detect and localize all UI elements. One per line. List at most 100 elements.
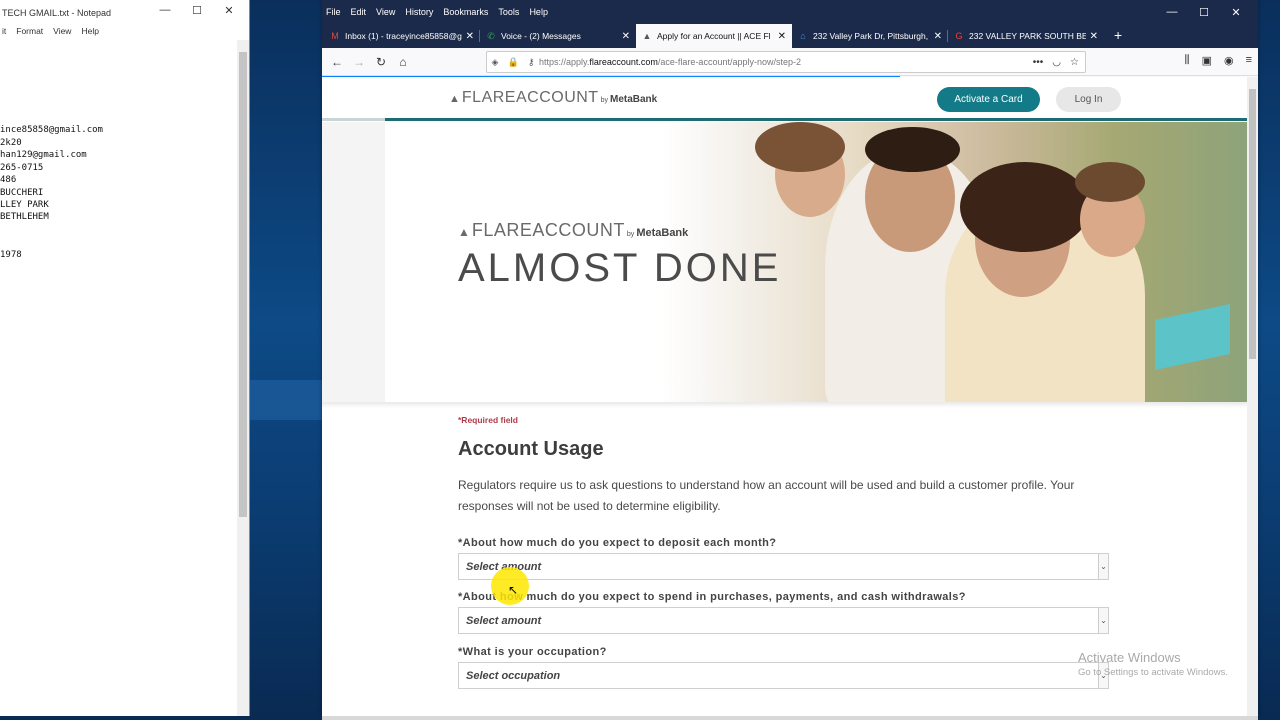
hero-left-margin bbox=[322, 122, 385, 402]
notepad-line: ince85858@gmail.com bbox=[0, 125, 103, 135]
navigation-bar: ← → ↻ ⌂ ◈ 🔒 ⚷ https://apply.flareaccount… bbox=[322, 48, 1258, 76]
gmail-icon: M bbox=[331, 31, 339, 41]
library-icon[interactable]: ⫼ bbox=[1185, 54, 1190, 67]
tab-label: Inbox (1) - traceyince85858@gm bbox=[345, 31, 462, 41]
tab-google[interactable]: G 232 VALLEY PARK SOUTH BETH ✕ bbox=[948, 24, 1104, 48]
menu-help[interactable]: Help bbox=[529, 7, 548, 17]
new-tab-icon[interactable]: + bbox=[1104, 24, 1132, 48]
minimize-icon[interactable]: — bbox=[149, 4, 181, 17]
section-title: Account Usage bbox=[458, 438, 604, 460]
mouse-pointer-icon: ↖ bbox=[508, 583, 519, 597]
spend-amount-select[interactable]: Select amount ⌄ bbox=[458, 607, 1109, 634]
url-bar[interactable]: ◈ 🔒 ⚷ https://apply.flareaccount.com/ace… bbox=[486, 51, 1086, 73]
close-tab-icon[interactable]: ✕ bbox=[1090, 31, 1098, 42]
close-tab-icon[interactable]: ✕ bbox=[622, 31, 630, 42]
pocket-icon[interactable]: ◡ bbox=[1052, 57, 1061, 68]
menu-view[interactable]: View bbox=[376, 7, 395, 17]
hero-shadow bbox=[322, 402, 1247, 408]
notepad-line: 2k20 bbox=[0, 138, 22, 148]
tab-apply[interactable]: ▲ Apply for an Account || ACE Fl ✕ bbox=[636, 24, 792, 48]
flare-logo-icon: ▲ bbox=[458, 225, 470, 239]
menu-edit[interactable]: Edit bbox=[351, 7, 367, 17]
notepad-window[interactable]: TECH GMAIL.txt - Notepad — ☐ ✕ it Format… bbox=[0, 0, 250, 716]
notepad-menu-format[interactable]: Format bbox=[16, 26, 43, 40]
chevron-down-icon: ⌄ bbox=[1098, 554, 1108, 579]
key-icon[interactable]: ⚷ bbox=[528, 57, 535, 68]
reload-icon[interactable]: ↻ bbox=[370, 55, 392, 69]
occupation-question-label: *What is your occupation? bbox=[458, 646, 607, 658]
deposit-amount-select[interactable]: Select amount ⌄ bbox=[458, 553, 1109, 580]
zillow-icon: ⌂ bbox=[800, 31, 806, 41]
close-tab-icon[interactable]: ✕ bbox=[466, 31, 474, 42]
watermark-subtitle: Go to Settings to activate Windows. bbox=[1078, 667, 1228, 678]
flareaccount-logo[interactable]: ▲ FLAREACCOUNT by MetaBank bbox=[449, 89, 657, 107]
account-icon[interactable]: ◉ bbox=[1224, 54, 1234, 67]
flare-icon: ▲ bbox=[642, 31, 652, 41]
required-field-note: *Required field bbox=[458, 415, 518, 425]
browser-window: File Edit View History Bookmarks Tools H… bbox=[322, 0, 1258, 716]
select-value: Select amount bbox=[466, 560, 542, 573]
url-text: https://apply.flareaccount.com/ace-flare… bbox=[539, 57, 801, 67]
close-tab-icon[interactable]: ✕ bbox=[778, 31, 786, 42]
close-icon[interactable]: ✕ bbox=[213, 4, 245, 17]
login-button[interactable]: Log In bbox=[1056, 87, 1121, 112]
taskbar-edge bbox=[322, 716, 1258, 720]
header-divider bbox=[322, 118, 385, 121]
tab-label: 232 VALLEY PARK SOUTH BETH bbox=[969, 31, 1086, 41]
tab-inbox[interactable]: M Inbox (1) - traceyince85858@gm ✕ bbox=[324, 24, 480, 48]
notepad-line: 265-0715 bbox=[0, 163, 44, 173]
site-header: ▲ FLAREACCOUNT by MetaBank Activate a Ca… bbox=[322, 77, 1247, 121]
back-icon[interactable]: ← bbox=[326, 55, 348, 69]
activate-card-button[interactable]: Activate a Card bbox=[937, 87, 1040, 112]
page-scrollbar[interactable] bbox=[1247, 77, 1258, 716]
browser-menubar: File Edit View History Bookmarks Tools H… bbox=[322, 0, 1258, 24]
chevron-down-icon: ⌄ bbox=[1098, 608, 1108, 633]
tab-label: Voice - (2) Messages bbox=[501, 31, 581, 41]
voice-icon: ✆ bbox=[487, 30, 495, 41]
tab-label: 232 Valley Park Dr, Pittsburgh, P bbox=[813, 31, 930, 41]
notepad-title: TECH GMAIL.txt - Notepad bbox=[2, 8, 112, 18]
shield-icon[interactable]: ◈ bbox=[492, 57, 499, 68]
deposit-question-label: *About how much do you expect to deposit… bbox=[458, 537, 777, 549]
select-value: Select occupation bbox=[466, 669, 561, 682]
lock-icon[interactable]: 🔒 bbox=[508, 57, 519, 68]
menu-file[interactable]: File bbox=[326, 7, 341, 17]
minimize-icon[interactable]: — bbox=[1156, 6, 1188, 19]
menu-tools[interactable]: Tools bbox=[498, 7, 519, 17]
section-description: Regulators require us to ask questions t… bbox=[458, 478, 1075, 513]
spend-question-label: *About how much do you expect to spend i… bbox=[458, 591, 966, 603]
activate-windows-watermark: Activate Windows Go to Settings to activ… bbox=[1078, 650, 1268, 678]
tab-zillow[interactable]: ⌂ 232 Valley Park Dr, Pittsburgh, P ✕ bbox=[792, 24, 948, 48]
hamburger-menu-icon[interactable]: ≡ bbox=[1246, 54, 1252, 67]
hero-title: ALMOST DONE bbox=[458, 246, 782, 290]
notepad-line: han129@gmail.com bbox=[0, 150, 87, 160]
forward-icon[interactable]: → bbox=[348, 55, 370, 69]
notepad-line: BUCCHERI bbox=[0, 188, 44, 198]
hero-banner-image: ▲ FLAREACCOUNT by MetaBank ALMOST DONE bbox=[385, 122, 1247, 402]
hero-flareaccount-logo: ▲ FLAREACCOUNT by MetaBank bbox=[458, 220, 689, 240]
maximize-icon[interactable]: ☐ bbox=[181, 4, 213, 17]
notepad-scrollbar[interactable] bbox=[237, 40, 249, 716]
notepad-menubar: it Format View Help bbox=[0, 26, 249, 40]
web-page: ▲ FLAREACCOUNT by MetaBank Activate a Ca… bbox=[322, 77, 1247, 716]
select-value: Select amount bbox=[466, 614, 542, 627]
occupation-select[interactable]: Select occupation ⌄ bbox=[458, 662, 1109, 689]
close-icon[interactable]: ✕ bbox=[1220, 6, 1252, 19]
page-actions-icon[interactable]: ••• bbox=[1033, 57, 1044, 68]
home-icon[interactable]: ⌂ bbox=[392, 55, 414, 69]
sidebar-icon[interactable]: ▣ bbox=[1202, 54, 1212, 67]
notepad-menu-edit[interactable]: it bbox=[2, 26, 6, 40]
menu-bookmarks[interactable]: Bookmarks bbox=[443, 7, 488, 17]
notepad-line: 1978 bbox=[0, 250, 22, 260]
watermark-title: Activate Windows bbox=[1078, 650, 1181, 665]
bookmark-star-icon[interactable]: ☆ bbox=[1070, 57, 1079, 68]
notepad-menu-help[interactable]: Help bbox=[81, 26, 98, 40]
notepad-menu-view[interactable]: View bbox=[53, 26, 71, 40]
notepad-text-area[interactable]: ince85858@gmail.com 2k20 han129@gmail.co… bbox=[0, 40, 238, 716]
close-tab-icon[interactable]: ✕ bbox=[934, 31, 942, 42]
notepad-line: BETHLEHEM bbox=[0, 212, 49, 222]
tab-voice[interactable]: ✆ Voice - (2) Messages ✕ bbox=[480, 24, 636, 48]
maximize-icon[interactable]: ☐ bbox=[1188, 6, 1220, 19]
menu-history[interactable]: History bbox=[405, 7, 433, 17]
tab-strip: M Inbox (1) - traceyince85858@gm ✕ ✆ Voi… bbox=[322, 24, 1258, 48]
